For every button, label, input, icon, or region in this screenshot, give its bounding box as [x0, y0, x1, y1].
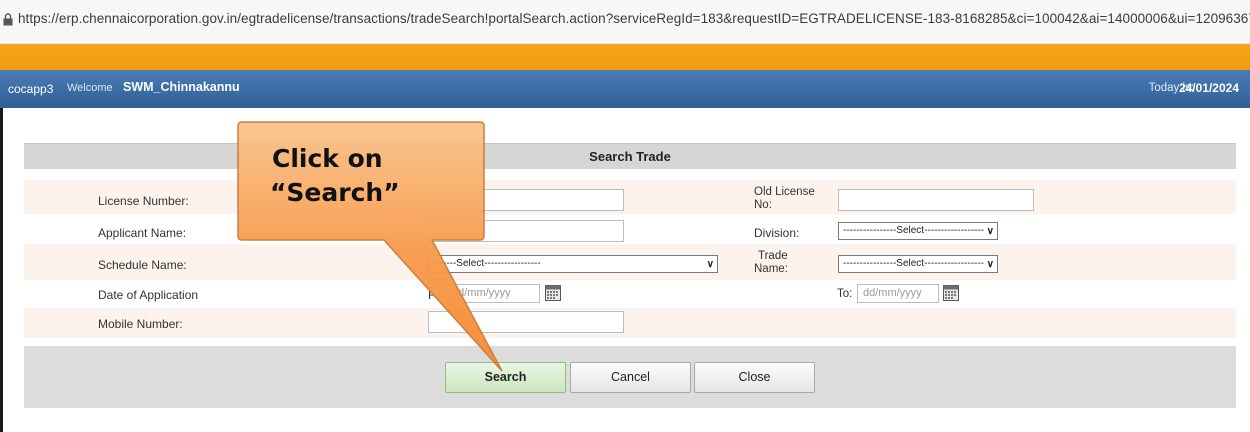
- old-license-label: Old License No:: [754, 186, 815, 212]
- division-select[interactable]: ----------------Select------------------…: [838, 222, 998, 240]
- form-row-license: [24, 180, 1236, 214]
- callout-line2: “Search”: [270, 178, 400, 207]
- from-label: F: [428, 288, 436, 302]
- from-date-input[interactable]: dd/mm/yyyy: [446, 284, 540, 303]
- page: https://erp.chennaicorporation.gov.in/eg…: [0, 0, 1250, 432]
- calendar-icon[interactable]: [545, 285, 561, 301]
- chevron-down-icon: ∨: [986, 259, 994, 270]
- username: SWM_Chinnakannu: [123, 80, 240, 94]
- chevron-down-icon: ∨: [706, 259, 714, 270]
- mobile-number-label: Mobile Number:: [98, 317, 183, 331]
- form-row-date: [24, 280, 1236, 308]
- old-license-label-line1: Old License: [754, 186, 815, 198]
- division-label: Division:: [754, 226, 800, 240]
- lock-icon: [3, 13, 13, 26]
- close-button[interactable]: Close: [694, 362, 815, 393]
- division-select-value: ----------------Select------------------: [843, 225, 985, 236]
- cancel-button[interactable]: Cancel: [570, 362, 691, 393]
- old-license-input[interactable]: [838, 189, 1034, 211]
- callout-text: Click on “Search”: [246, 142, 476, 210]
- form-row-mobile: [24, 308, 1236, 338]
- user-code: cocapp3: [8, 82, 54, 96]
- browser-address-bar[interactable]: https://erp.chennaicorporation.gov.in/eg…: [0, 0, 1250, 44]
- to-date-input[interactable]: dd/mm/yyyy: [857, 284, 939, 303]
- schedule-select-value: -------Select-----------------: [433, 258, 541, 269]
- old-license-label-line2: No:: [754, 199, 772, 211]
- applicant-name-label: Applicant Name:: [98, 226, 187, 240]
- applicant-name-input[interactable]: [428, 220, 624, 242]
- trade-name-select[interactable]: ----------------Select------------------…: [838, 255, 998, 273]
- license-number-label: License Number:: [98, 194, 189, 208]
- trade-name-label-line2: Name:: [754, 263, 788, 275]
- schedule-select[interactable]: -------Select----------------- ∨: [428, 255, 718, 273]
- form-title: Search Trade: [589, 149, 671, 164]
- trade-name-label: Trade Name:: [754, 250, 788, 276]
- calendar-icon[interactable]: [943, 285, 959, 301]
- trade-name-label-line1: Trade: [758, 250, 788, 262]
- mobile-number-input[interactable]: [428, 311, 624, 333]
- welcome-label: Welcome: [67, 82, 113, 94]
- left-border: [0, 108, 3, 432]
- today-date: 24/01/2024: [1178, 81, 1239, 95]
- trade-name-select-value: ----------------Select------------------: [843, 258, 985, 269]
- form-header: Search Trade: [24, 143, 1236, 169]
- date-of-application-label: Date of Application: [98, 288, 199, 302]
- app-header: cocapp3 Welcome SWM_Chinnakannu Today is…: [0, 70, 1250, 108]
- search-button[interactable]: Search: [445, 362, 566, 393]
- url-text[interactable]: https://erp.chennaicorporation.gov.in/eg…: [18, 11, 1250, 26]
- schedule-name-label: Schedule Name:: [98, 258, 187, 272]
- callout-line1: Click on: [272, 144, 383, 173]
- to-label: To:: [837, 288, 853, 300]
- orange-banner: [0, 44, 1250, 70]
- form-row-applicant: [24, 214, 1236, 244]
- chevron-down-icon: ∨: [986, 226, 994, 237]
